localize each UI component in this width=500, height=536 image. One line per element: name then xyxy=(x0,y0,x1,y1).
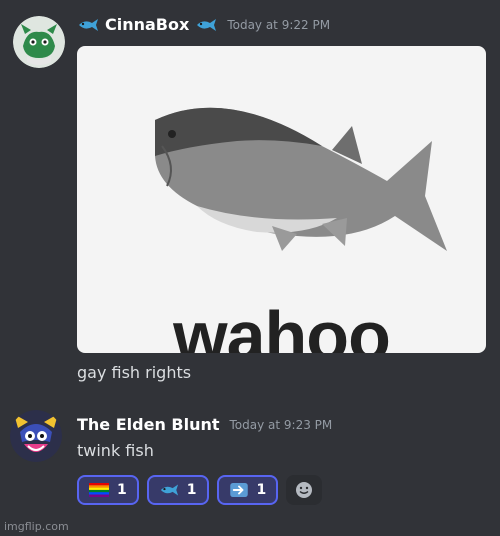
message-timestamp: Today at 9:22 PM xyxy=(227,17,331,32)
image-caption: wahoo xyxy=(173,297,391,353)
reaction-rainbow-flag[interactable]: 1 xyxy=(77,475,139,505)
message-image[interactable]: wahoo xyxy=(77,46,486,353)
avatar-elden-blunt[interactable] xyxy=(10,410,62,462)
avatar-cinnabox[interactable] xyxy=(13,16,65,68)
reaction-count: 1 xyxy=(256,482,267,498)
avatar-image xyxy=(10,410,62,462)
reactions-bar: 1 1 1 xyxy=(77,475,323,505)
right-arrow-icon xyxy=(229,483,248,497)
fish-icon xyxy=(197,18,217,31)
username-elden-blunt[interactable]: The Elden Blunt xyxy=(77,415,220,434)
reaction-right-arrow[interactable]: 1 xyxy=(216,475,279,505)
reaction-fish[interactable]: 1 xyxy=(146,475,209,505)
username-cinnabox[interactable]: CinnaBox xyxy=(105,15,189,34)
message-timestamp: Today at 9:23 PM xyxy=(229,417,333,432)
avatar-image xyxy=(13,16,65,68)
fish-icon xyxy=(160,484,178,496)
add-reaction-button[interactable] xyxy=(286,475,323,505)
message-text-2: twink fish xyxy=(77,441,154,460)
rainbow-flag-icon xyxy=(89,483,109,497)
fish-icon xyxy=(79,18,98,31)
reaction-count: 1 xyxy=(117,482,127,498)
reaction-count: 1 xyxy=(186,482,197,498)
message-header-1: CinnaBox Today at 9:22 PM xyxy=(77,15,330,34)
smiley-icon xyxy=(296,482,313,498)
message-header-2: The Elden Blunt Today at 9:23 PM xyxy=(77,415,332,434)
message-text-1: gay fish rights xyxy=(77,363,192,382)
watermark: imgflip.com xyxy=(4,520,69,533)
